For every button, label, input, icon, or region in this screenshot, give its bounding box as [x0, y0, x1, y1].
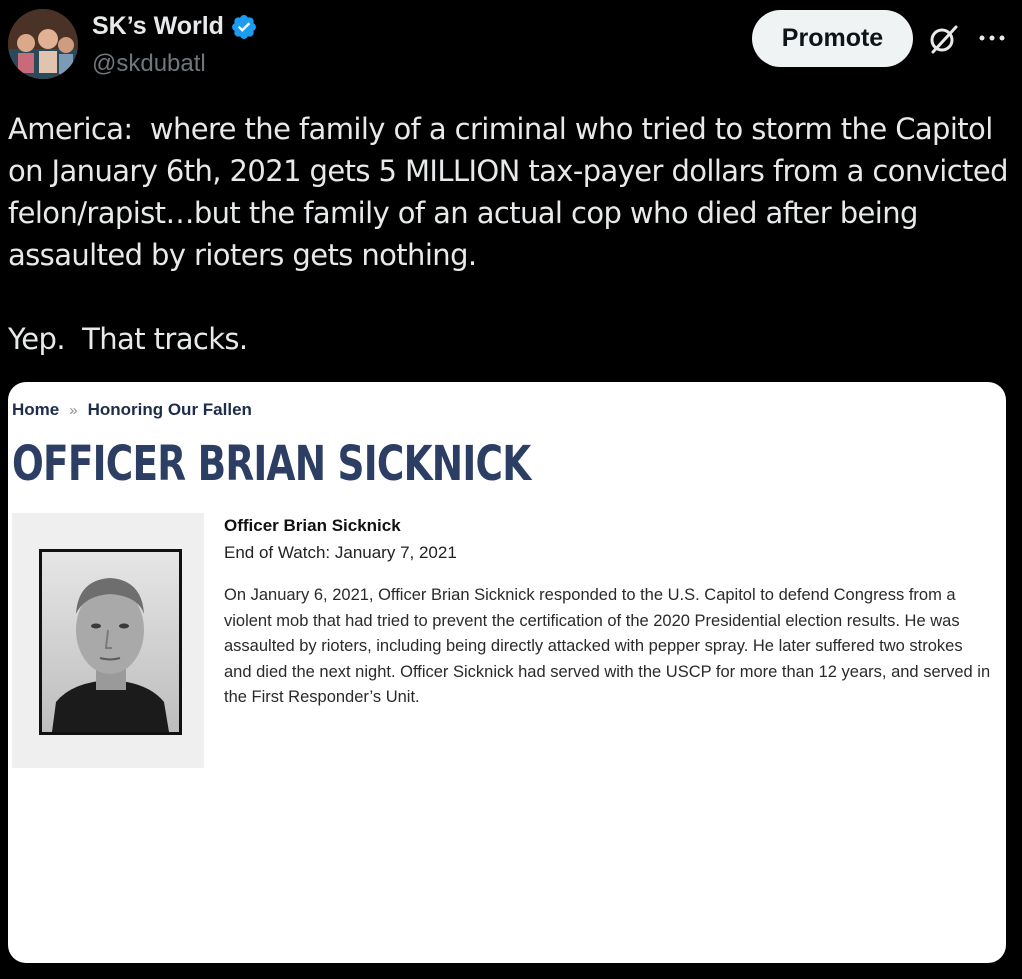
breadcrumb: Home » Honoring Our Fallen	[12, 400, 252, 420]
promote-button[interactable]: Promote	[752, 10, 913, 67]
officer-bio: On January 6, 2021, Officer Brian Sickni…	[224, 586, 991, 706]
avatar[interactable]	[8, 9, 78, 79]
grok-icon[interactable]	[926, 22, 960, 56]
link-card[interactable]: Home » Honoring Our Fallen OFFICER BRIAN…	[8, 382, 1006, 963]
officer-photo-panel	[12, 513, 204, 768]
breadcrumb-separator: »	[69, 401, 78, 419]
tweet-header: SK’s World @skdubatl Promote	[0, 0, 1022, 90]
breadcrumb-home[interactable]: Home	[12, 400, 59, 420]
more-icon[interactable]	[976, 22, 1008, 54]
verified-badge-icon	[232, 14, 256, 39]
page-title: OFFICER BRIAN SICKNICK	[12, 436, 531, 492]
officer-name: Officer Brian Sicknick	[224, 516, 401, 535]
author-name-row: SK’s World	[92, 12, 258, 41]
display-name[interactable]: SK’s World	[92, 12, 224, 41]
officer-photo	[39, 549, 182, 735]
officer-info: Officer Brian Sicknick End of Watch: Jan…	[224, 516, 994, 711]
end-of-watch: End of Watch: January 7, 2021	[224, 543, 457, 562]
breadcrumb-current[interactable]: Honoring Our Fallen	[88, 400, 252, 420]
author-handle[interactable]: @skdubatl	[92, 50, 206, 78]
tweet-text: America: where the family of a criminal …	[8, 112, 1008, 356]
